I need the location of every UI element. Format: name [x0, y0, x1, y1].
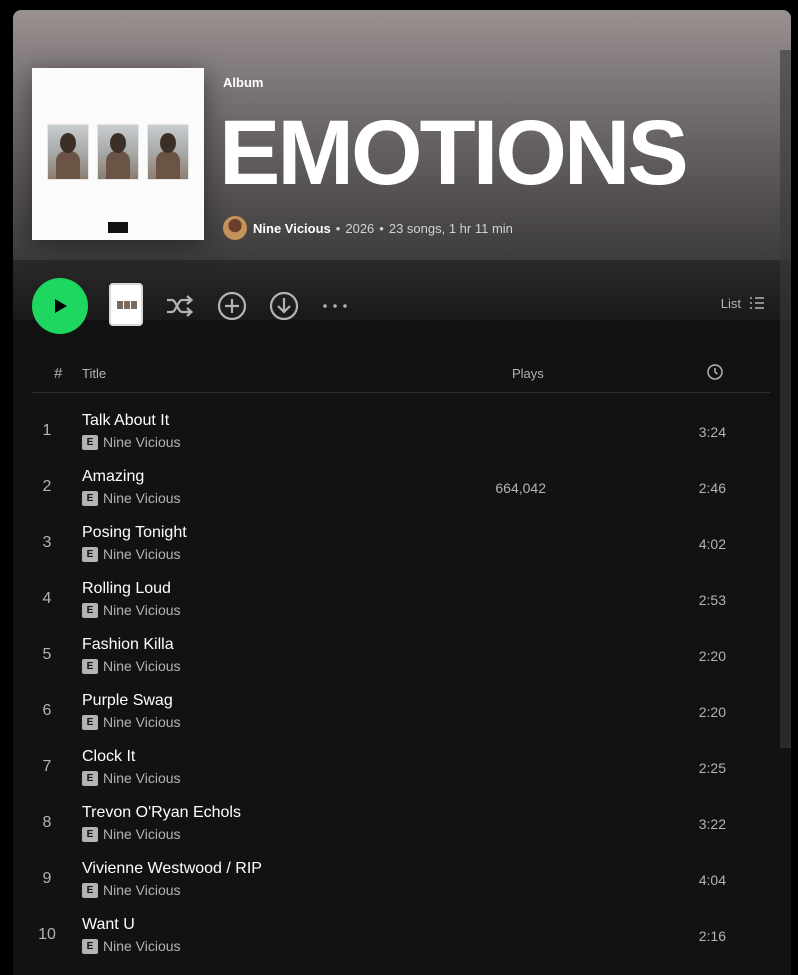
album-cover[interactable]	[32, 68, 204, 240]
track-duration: 2:20	[698, 704, 726, 720]
list-icon	[750, 297, 764, 309]
track-number: 1	[42, 422, 52, 439]
tracklist-header: # Title Plays	[32, 362, 770, 393]
track-artist[interactable]: Nine Vicious	[103, 882, 181, 898]
more-icon[interactable]	[319, 290, 351, 322]
track-row[interactable]: 5 Fashion Killa E Nine Vicious 2:20	[32, 632, 770, 688]
track-duration: 3:24	[698, 424, 726, 440]
add-circle-icon[interactable]	[216, 290, 248, 322]
track-duration: 4:04	[698, 872, 726, 888]
track-artist[interactable]: Nine Vicious	[103, 546, 181, 562]
tracklist: 1 Talk About It E Nine Vicious 3:24 2 Amazing E…	[32, 408, 770, 968]
explicit-badge: E	[82, 938, 98, 954]
track-number: 6	[42, 702, 52, 719]
track-number: 8	[42, 814, 52, 831]
shuffle-icon[interactable]	[164, 290, 196, 322]
track-duration: 2:20	[698, 648, 726, 664]
track-row[interactable]: 8 Trevon O'Ryan Echols E Nine Vicious 3:22	[32, 800, 770, 856]
track-duration: 2:25	[698, 760, 726, 776]
track-number: 5	[42, 646, 52, 663]
explicit-badge: E	[82, 602, 98, 618]
cover-photo	[47, 124, 89, 180]
explicit-badge: E	[82, 658, 98, 674]
track-duration: 2:53	[698, 592, 726, 608]
cover-photo	[97, 124, 139, 180]
track-artist[interactable]: Nine Vicious	[103, 826, 181, 842]
explicit-badge: E	[82, 490, 98, 506]
track-row[interactable]: 2 Amazing E Nine Vicious 664,042 2:46	[32, 464, 770, 520]
track-duration: 2:46	[698, 480, 726, 496]
track-title[interactable]: Amazing	[82, 468, 144, 486]
view-toggle[interactable]: List	[721, 295, 765, 311]
album-summary: 23 songs, 1 hr 11 min	[388, 220, 513, 236]
track-duration: 3:22	[698, 816, 726, 832]
track-duration: 4:02	[698, 536, 726, 552]
track-title[interactable]: Want U	[82, 916, 135, 934]
track-number: 4	[42, 590, 52, 607]
album-type-label: Album	[223, 75, 264, 90]
album-title: EMOTIONS	[219, 102, 689, 204]
album-meta: Nine Vicious • 2026 • 23 songs, 1 hr 11 …	[223, 216, 513, 240]
track-row[interactable]: 9 Vivienne Westwood / RIP E Nine Vicious 4:0…	[32, 856, 770, 912]
explicit-badge: E	[82, 434, 98, 450]
track-number: 2	[42, 478, 52, 495]
explicit-badge: E	[82, 770, 98, 786]
action-bar: List	[13, 278, 791, 334]
track-artist[interactable]: Nine Vicious	[103, 602, 181, 618]
track-title[interactable]: Fashion Killa	[82, 636, 174, 654]
track-artist[interactable]: Nine Vicious	[103, 658, 181, 674]
track-title[interactable]: Talk About It	[82, 412, 169, 430]
track-number: 3	[42, 534, 52, 551]
track-title[interactable]: Purple Swag	[82, 692, 173, 710]
track-row[interactable]: 3 Posing Tonight E Nine Vicious 4:02	[32, 520, 770, 576]
track-row[interactable]: 4 Rolling Loud E Nine Vicious 2:53	[32, 576, 770, 632]
track-artist[interactable]: Nine Vicious	[103, 490, 181, 506]
column-plays: Plays	[512, 366, 544, 381]
track-artist[interactable]: Nine Vicious	[103, 938, 181, 954]
track-title[interactable]: Rolling Loud	[82, 580, 171, 598]
track-row[interactable]: 6 Purple Swag E Nine Vicious 2:20	[32, 688, 770, 744]
album-page: Album EMOTIONS Nine Vicious • 2026 • 23 …	[13, 10, 791, 975]
track-title[interactable]: Trevon O'Ryan Echols	[82, 804, 241, 822]
cover-photo	[147, 124, 189, 180]
track-number: 10	[38, 926, 56, 943]
explicit-badge: E	[82, 546, 98, 562]
track-title[interactable]: Clock It	[82, 748, 135, 766]
explicit-badge: E	[82, 826, 98, 842]
track-artist[interactable]: Nine Vicious	[103, 770, 181, 786]
track-title[interactable]: Posing Tonight	[82, 524, 187, 542]
track-row[interactable]: 1 Talk About It E Nine Vicious 3:24	[32, 408, 770, 464]
artist-link[interactable]: Nine Vicious	[253, 221, 331, 236]
explicit-badge: E	[82, 714, 98, 730]
track-title[interactable]: Vivienne Westwood / RIP	[82, 860, 262, 878]
clock-icon	[707, 364, 723, 380]
track-number: 9	[42, 870, 52, 887]
play-icon	[55, 299, 67, 313]
column-title: Title	[82, 366, 107, 381]
scrollbar[interactable]	[780, 50, 791, 748]
album-preview-button[interactable]	[109, 283, 143, 326]
album-year: 2026	[345, 220, 375, 236]
artist-avatar[interactable]	[223, 216, 247, 240]
track-number: 7	[42, 758, 52, 775]
download-icon[interactable]	[268, 290, 300, 322]
track-artist[interactable]: Nine Vicious	[103, 434, 181, 450]
view-label: List	[720, 295, 741, 311]
track-row[interactable]: 10 Want U E Nine Vicious 2:16	[32, 912, 770, 968]
parental-advisory-label	[108, 222, 128, 233]
track-duration: 2:16	[698, 928, 726, 944]
explicit-badge: E	[82, 882, 98, 898]
track-artist[interactable]: Nine Vicious	[103, 714, 181, 730]
play-button[interactable]	[32, 278, 88, 334]
column-number: #	[54, 365, 63, 382]
track-plays: 664,042	[495, 480, 546, 496]
track-row[interactable]: 7 Clock It E Nine Vicious 2:25	[32, 744, 770, 800]
